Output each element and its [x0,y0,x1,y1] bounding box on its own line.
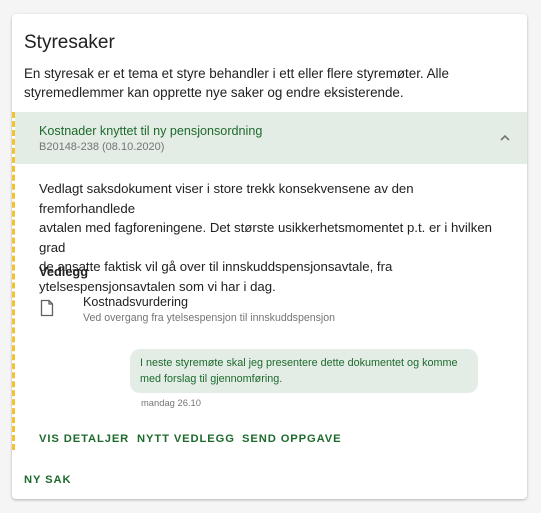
description-line: de ansatte faktisk vil gå over til innsk… [39,259,393,275]
attachment-subtitle: Ved overgang fra ytelsespensjon til inns… [83,312,336,324]
comment-line: med forslag til gjennomføring. [140,373,283,385]
new-case-button[interactable]: NY SAK [24,474,71,486]
comment-line: I neste styremøte skal jeg presentere de… [140,357,458,369]
new-attachment-button[interactable]: NYTT VEDLEGG [137,433,235,445]
case-description: Vedlagt saksdokument viser i store trekk… [39,179,509,297]
attachment-item[interactable]: Kostnadsvurdering Ved overgang fra ytels… [39,293,439,329]
view-details-button[interactable]: VIS DETALJER [39,433,129,445]
attachments-heading: Vedlegg [39,264,89,279]
description-line: Vedlagt saksdokument viser i store trekk… [39,181,414,216]
comment-bubble: I neste styremøte skal jeg presentere de… [130,349,478,393]
board-matters-card: Styresaker En styresak er et tema et sty… [12,14,527,499]
case-panel: Kostnader knyttet til ny pensjonsordning… [12,112,527,450]
send-task-button[interactable]: SEND OPPGAVE [242,433,342,445]
case-meta: B20148-238 (08.10.2020) [39,141,165,153]
comment-timestamp: mandag 26.10 [141,397,201,408]
description-line: avtalen med fagforeningene. Det største … [39,220,492,255]
chevron-up-icon[interactable] [497,130,513,146]
case-title: Kostnader knyttet til ny pensjonsordning [39,124,263,138]
intro-text: En styresak er et tema et styre behandle… [24,64,514,102]
attachment-name: Kostnadsvurdering [83,295,189,309]
document-icon [40,299,54,317]
intro-line: En styresak er et tema et styre behandle… [24,66,449,81]
page-title: Styresaker [24,32,115,53]
case-panel-header[interactable]: Kostnader knyttet til ny pensjonsordning… [15,112,527,164]
intro-line: styremedlemmer kan opprette nye saker og… [24,85,404,100]
